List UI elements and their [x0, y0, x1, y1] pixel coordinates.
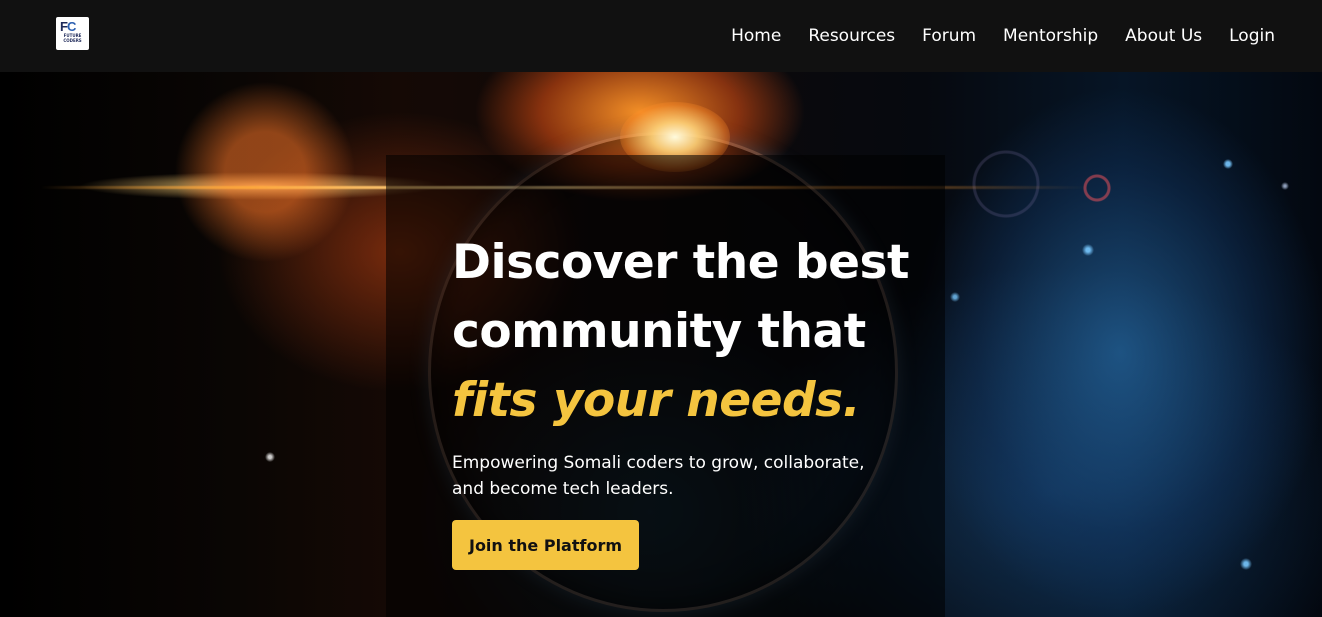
headline-line-2: community that — [452, 304, 866, 359]
headline-accent: fits your needs. — [452, 373, 860, 428]
nav-link-mentorship[interactable]: Mentorship — [1003, 26, 1098, 46]
top-navbar: FC FUTURE CODERS Home Resources Forum Me… — [0, 0, 1322, 72]
join-platform-button[interactable]: Join the Platform — [452, 520, 639, 570]
nav-link-login[interactable]: Login — [1229, 26, 1275, 46]
logo-monogram: FC — [60, 19, 76, 34]
headline-line-1: Discover the best — [452, 235, 909, 290]
nav-link-home[interactable]: Home — [731, 26, 781, 46]
hero-headline: Discover the best community that fits yo… — [452, 228, 932, 435]
future-coders-logo[interactable]: FC FUTURE CODERS — [56, 17, 89, 50]
hero-subtext: Empowering Somali coders to grow, collab… — [452, 453, 865, 499]
nav-link-about-us[interactable]: About Us — [1125, 26, 1202, 46]
main-nav: Home Resources Forum Mentorship About Us… — [731, 0, 1275, 72]
hero-section: Discover the best community that fits yo… — [0, 72, 1322, 617]
nav-link-forum[interactable]: Forum — [922, 26, 976, 46]
logo-subtitle: FUTURE CODERS — [63, 33, 82, 43]
nav-link-resources[interactable]: Resources — [808, 26, 895, 46]
